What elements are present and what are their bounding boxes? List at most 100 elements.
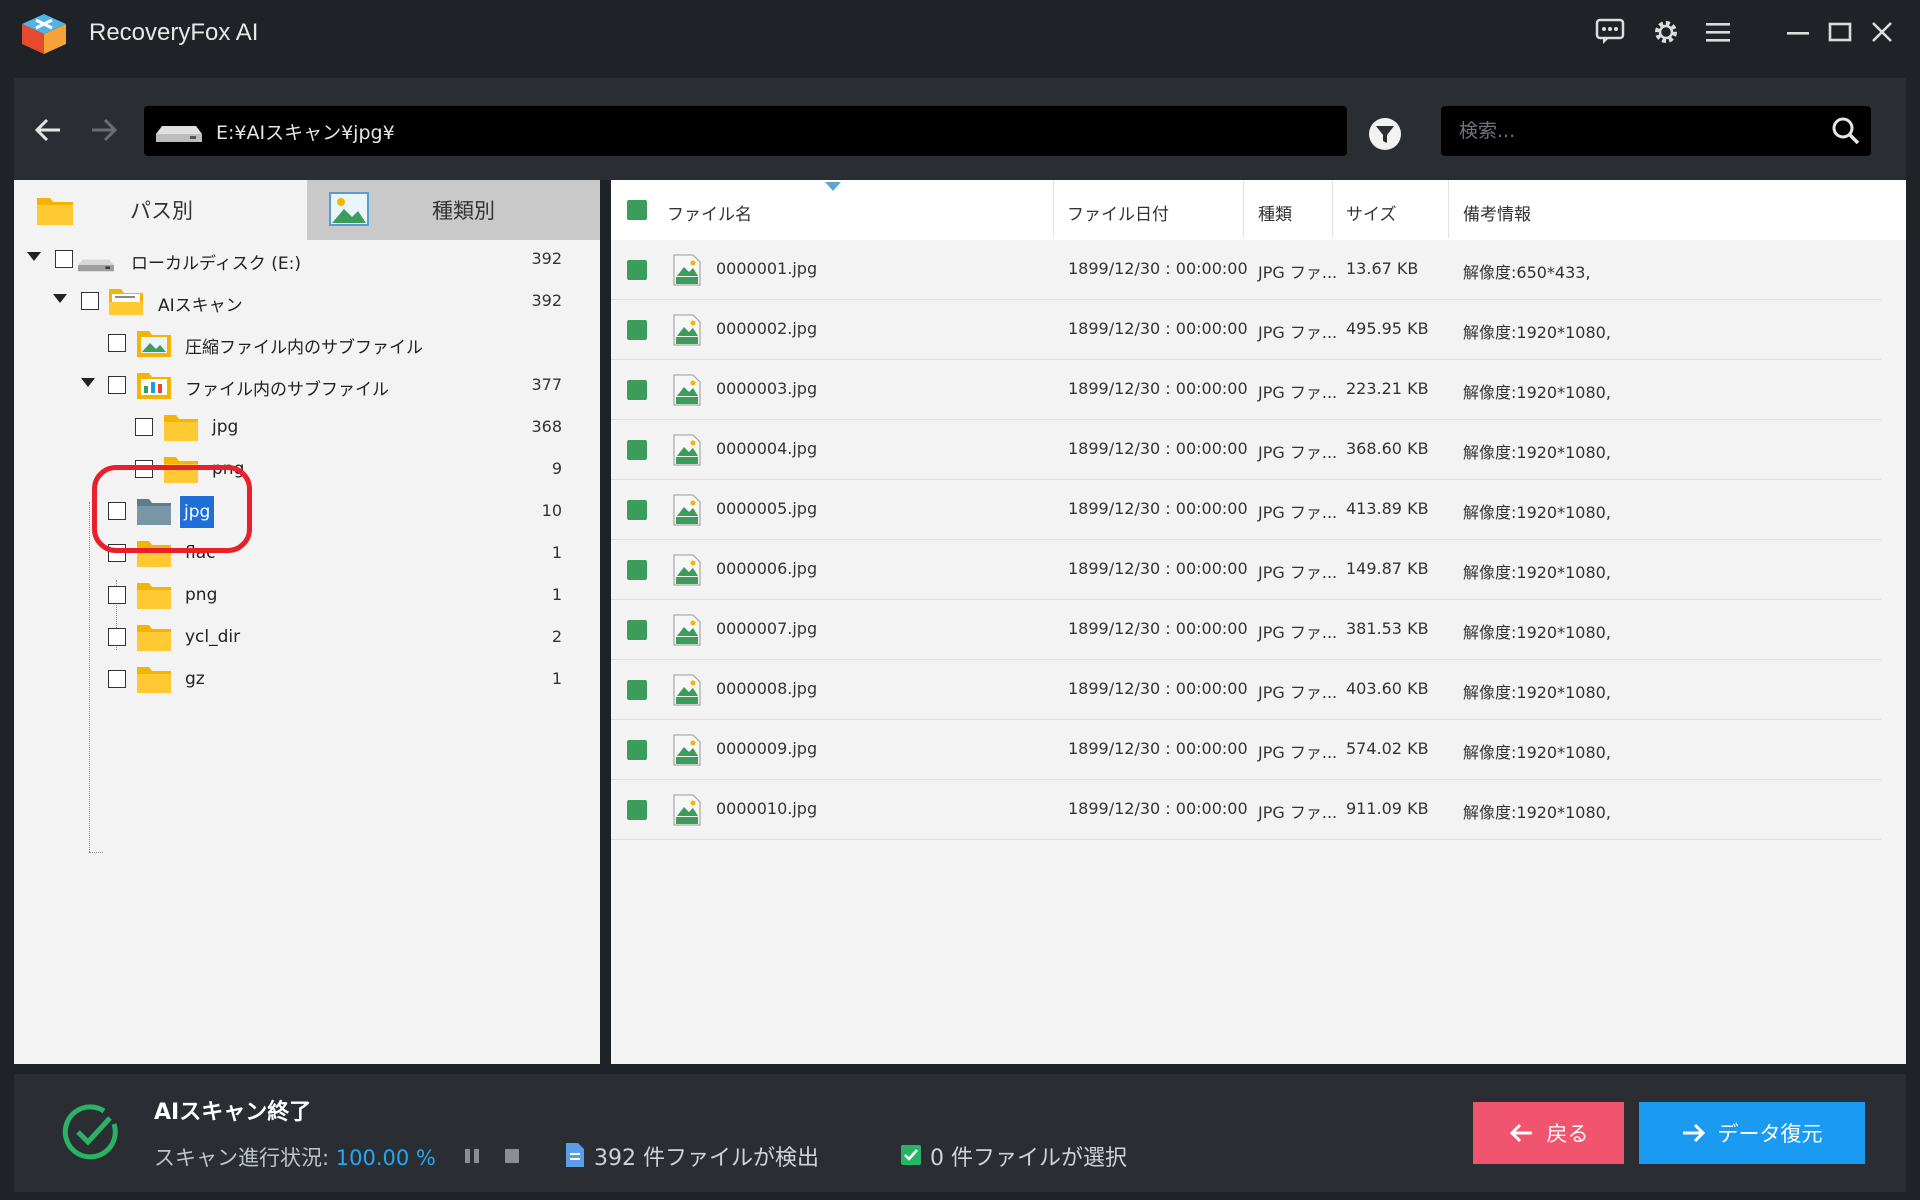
forward-arrow-icon[interactable] (84, 110, 124, 150)
jpg-file-icon (673, 734, 701, 766)
table-row[interactable]: 0000007.jpg 1899/12/30 : 00:00:00 JPG ファ..… (611, 600, 1881, 660)
table-row[interactable]: 0000002.jpg 1899/12/30 : 00:00:00 JPG ファ..… (611, 300, 1881, 360)
tree-item-ai-scan[interactable]: AIスキャン 392 (14, 282, 600, 322)
expand-arrow-icon[interactable] (27, 252, 41, 261)
column-header-filename[interactable]: ファイル名 (667, 200, 752, 225)
row-checkbox[interactable] (627, 260, 647, 280)
search-icon[interactable] (1829, 114, 1863, 148)
maximize-icon[interactable] (1822, 14, 1858, 50)
select-all-checkbox[interactable] (627, 200, 647, 220)
tree-item-file-subfiles[interactable]: ファイル内のサブファイル 377 (14, 366, 600, 406)
tree-checkbox[interactable] (135, 418, 153, 436)
logo (22, 14, 66, 54)
close-icon[interactable] (1864, 14, 1900, 50)
drive-icon (78, 259, 114, 272)
table-row[interactable]: 0000001.jpg 1899/12/30 : 00:00:00 JPG ファ..… (611, 240, 1881, 300)
row-checkbox[interactable] (627, 380, 647, 400)
settings-icon[interactable] (1648, 14, 1684, 50)
tree-item-label: png (185, 585, 218, 605)
jpg-file-icon (673, 434, 701, 466)
filter-icon[interactable] (1365, 114, 1405, 154)
highlight-annotation (92, 465, 252, 553)
status-bar: AIスキャン終了 スキャン進行状況: 100.00 % 392 件ファイルが検出… (14, 1074, 1906, 1192)
tree-item-count: 377 (531, 375, 562, 394)
row-checkbox[interactable] (627, 320, 647, 340)
pause-icon[interactable] (462, 1146, 482, 1166)
file-date: 1899/12/30 : 00:00:00 (1068, 799, 1248, 818)
feedback-icon[interactable] (1592, 14, 1628, 50)
row-checkbox[interactable] (627, 740, 647, 760)
file-size: 495.95 KB (1346, 319, 1429, 338)
tree-item-label: AIスキャン (158, 296, 243, 316)
column-header-type[interactable]: 種類 (1258, 200, 1292, 225)
column-header-info[interactable]: 備考情報 (1463, 200, 1531, 225)
file-size: 149.87 KB (1346, 559, 1429, 578)
minimize-icon[interactable] (1780, 14, 1816, 50)
tree-item-gz[interactable]: gz 1 (14, 660, 600, 700)
tree-checkbox[interactable] (108, 334, 126, 352)
tree-item-jpg[interactable]: jpg 368 (14, 408, 600, 448)
file-size: 403.60 KB (1346, 679, 1429, 698)
scan-progress: スキャン進行状況: 100.00 % (154, 1142, 436, 1172)
tree-item-count: 1 (551, 669, 562, 688)
table-row[interactable]: 0000004.jpg 1899/12/30 : 00:00:00 JPG ファ..… (611, 420, 1881, 480)
row-checkbox[interactable] (627, 800, 647, 820)
table-row[interactable]: 0000006.jpg 1899/12/30 : 00:00:00 JPG ファ..… (611, 540, 1881, 600)
column-header-size[interactable]: サイズ (1346, 200, 1397, 225)
column-header-date[interactable]: ファイル日付 (1067, 200, 1169, 225)
file-info: 解像度:1920*1080, (1463, 563, 1611, 582)
tree-checkbox[interactable] (108, 376, 126, 394)
tree-checkbox[interactable] (81, 292, 99, 310)
file-size: 574.02 KB (1346, 739, 1429, 758)
file-size: 381.53 KB (1346, 619, 1429, 638)
file-date: 1899/12/30 : 00:00:00 (1068, 259, 1248, 278)
back-button[interactable]: 戻る (1473, 1102, 1624, 1164)
tree-checkbox[interactable] (108, 586, 126, 604)
tree-item-png-2[interactable]: png 1 (14, 576, 600, 616)
file-name: 0000003.jpg (716, 379, 818, 398)
table-row[interactable]: 0000009.jpg 1899/12/30 : 00:00:00 JPG ファ..… (611, 720, 1881, 780)
tree-item-ycl-dir[interactable]: ycl_dir 2 (14, 618, 600, 658)
file-date: 1899/12/30 : 00:00:00 (1068, 319, 1248, 338)
file-name: 0000001.jpg (716, 259, 818, 278)
path-bar[interactable]: E:¥AIスキャン¥jpg¥ (144, 106, 1347, 156)
file-name: 0000008.jpg (716, 679, 818, 698)
tab-by-path[interactable]: パス別 (14, 180, 307, 240)
row-checkbox[interactable] (627, 560, 647, 580)
tree-item-archive-subfiles[interactable]: 圧縮ファイル内のサブファイル (14, 324, 600, 364)
recover-button[interactable]: データ復元 (1639, 1102, 1865, 1164)
table-row[interactable]: 0000010.jpg 1899/12/30 : 00:00:00 JPG ファ..… (611, 780, 1881, 840)
arrow-right-icon (1682, 1123, 1705, 1143)
back-arrow-icon[interactable] (28, 110, 68, 150)
tree-checkbox[interactable] (55, 250, 73, 268)
tree-checkbox[interactable] (108, 628, 126, 646)
tree-guide (89, 852, 103, 853)
menu-icon[interactable] (1700, 14, 1736, 50)
expand-arrow-icon[interactable] (53, 294, 67, 303)
file-name: 0000010.jpg (716, 799, 818, 818)
jpg-file-icon (673, 794, 701, 826)
stop-icon[interactable] (502, 1146, 522, 1166)
row-checkbox[interactable] (627, 440, 647, 460)
table-row[interactable]: 0000005.jpg 1899/12/30 : 00:00:00 JPG ファ..… (611, 480, 1881, 540)
folder-icon (37, 198, 73, 225)
expand-arrow-icon[interactable] (81, 378, 95, 387)
file-info: 解像度:650*433, (1463, 263, 1591, 282)
file-type: JPG ファ... (1258, 443, 1338, 462)
drive-icon (156, 126, 202, 142)
row-checkbox[interactable] (627, 500, 647, 520)
row-checkbox[interactable] (627, 620, 647, 640)
table-row[interactable]: 0000003.jpg 1899/12/30 : 00:00:00 JPG ファ..… (611, 360, 1881, 420)
table-row[interactable]: 0000008.jpg 1899/12/30 : 00:00:00 JPG ファ..… (611, 660, 1881, 720)
scan-progress-value: 100.00 % (335, 1146, 436, 1170)
tab-by-type[interactable]: 種類別 (307, 180, 600, 240)
scan-progress-label: スキャン進行状況: (154, 1146, 330, 1170)
search-input[interactable] (1459, 114, 1819, 148)
file-type: JPG ファ... (1258, 743, 1338, 762)
row-checkbox[interactable] (627, 680, 647, 700)
tree-checkbox[interactable] (108, 670, 126, 688)
sort-arrow-icon[interactable] (825, 182, 841, 191)
tree-item-local-disk[interactable]: ローカルディスク (E:) 392 (14, 240, 600, 280)
folder-icon (109, 289, 143, 315)
tree-item-label: ローカルディスク (E:) (131, 254, 301, 274)
